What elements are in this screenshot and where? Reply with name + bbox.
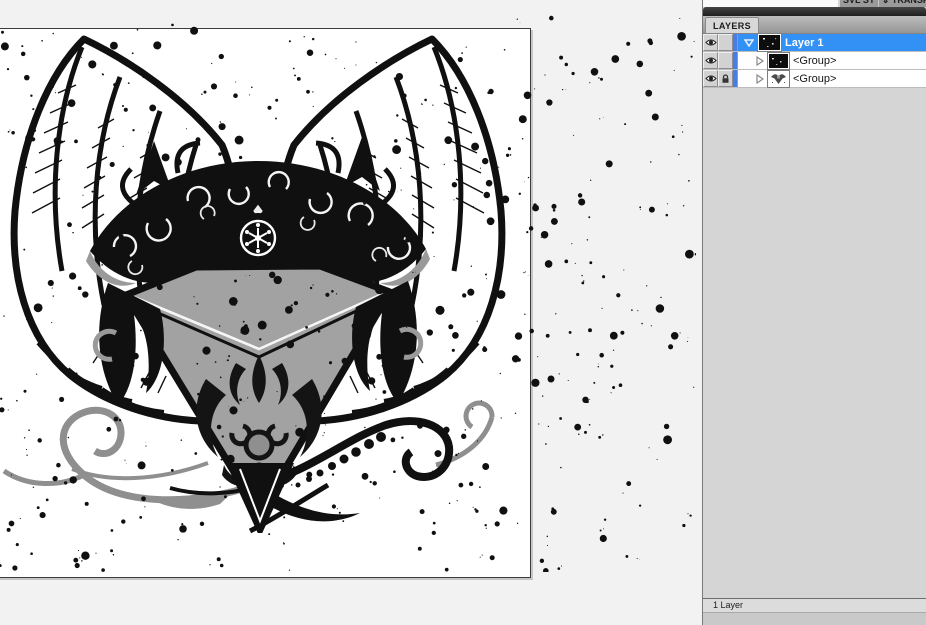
visibility-toggle[interactable] (703, 52, 718, 69)
visibility-toggle[interactable] (703, 34, 718, 51)
collapse-icon: ⇕ (882, 0, 890, 5)
eye-icon (705, 56, 717, 65)
layer-thumbnail (768, 71, 789, 87)
panel-tab-row: LAYERS (703, 16, 926, 34)
layer-row-group2[interactable]: <Group> (703, 70, 926, 88)
clipped-panel-tabs[interactable]: SVL SY⇕ TRANSFO (838, 0, 926, 7)
tab-clipped-transform[interactable]: ⇕ TRANSFO (878, 0, 926, 7)
eye-icon (705, 74, 717, 83)
layer-count-status: 1 Layer (703, 598, 926, 612)
chevron-right-icon[interactable] (756, 56, 764, 66)
lock-toggle[interactable] (718, 34, 733, 51)
layer-row-group1[interactable]: <Group> (703, 52, 926, 70)
layers-panel-tab[interactable]: LAYERS (705, 17, 759, 33)
visibility-toggle[interactable] (703, 70, 718, 87)
layer-label: <Group> (793, 55, 836, 67)
panel-top-gap: SVL SY⇕ TRANSFO (703, 0, 926, 7)
layers-panel: SVL SY⇕ TRANSFO LAYERS (702, 0, 926, 625)
lock-toggle[interactable] (718, 70, 733, 87)
layer-list: Layer 1 <Group> (703, 34, 926, 88)
canvas-area[interactable] (0, 0, 702, 625)
panel-header-bar[interactable] (703, 7, 926, 16)
layer-thumbnail (768, 53, 789, 69)
layer-row-layer1[interactable]: Layer 1 (703, 34, 926, 52)
tab-clipped-1[interactable]: SVL SY (840, 0, 878, 7)
lock-icon (721, 74, 730, 84)
panel-empty-area (703, 88, 926, 598)
layer-label: <Group> (793, 73, 836, 85)
panel-bottom-strip (703, 612, 926, 625)
layer-thumbnail (758, 34, 781, 51)
layer-label: Layer 1 (785, 37, 824, 49)
eye-icon (705, 38, 717, 47)
application-window: SVL SY⇕ TRANSFO LAYERS (0, 0, 926, 625)
chevron-down-icon[interactable] (744, 39, 754, 47)
chevron-right-icon[interactable] (756, 74, 764, 84)
lock-toggle[interactable] (718, 52, 733, 69)
artwork-emblem (0, 33, 518, 533)
